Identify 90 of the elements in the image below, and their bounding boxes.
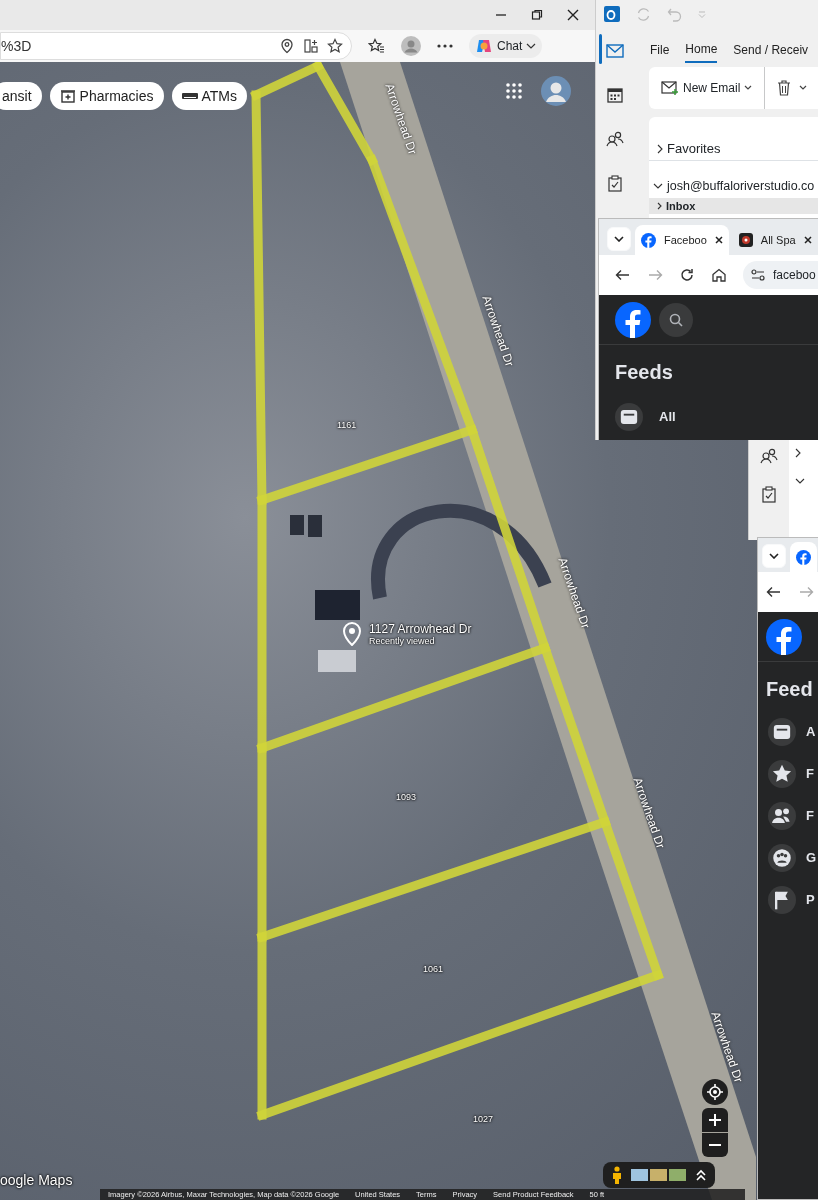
- place-subtitle: Recently viewed: [369, 636, 436, 646]
- ribbon-tab[interactable]: Send / Receiv: [733, 40, 809, 63]
- chevron-down-icon: [795, 478, 805, 484]
- filter-chip[interactable]: ansit: [0, 82, 42, 110]
- add-app-icon[interactable]: [303, 38, 319, 54]
- feed-icon[interactable]: [615, 403, 643, 431]
- close-icon[interactable]: [567, 9, 579, 21]
- people-icon[interactable]: [606, 131, 624, 147]
- ribbon-tab[interactable]: File: [650, 40, 670, 63]
- facebook-logo-icon[interactable]: [615, 301, 651, 338]
- site-settings-icon: [751, 269, 765, 281]
- feed-item[interactable]: P: [758, 886, 818, 914]
- feed-item[interactable]: All: [599, 403, 818, 431]
- pharmacy-icon: [59, 88, 76, 104]
- ribbon-tab[interactable]: Home: [685, 40, 718, 63]
- browser-tab[interactable]: Faceboo: [635, 225, 729, 255]
- feed-item[interactable]: F: [758, 760, 818, 788]
- back-icon[interactable]: [766, 584, 782, 600]
- caret-icon: [744, 85, 753, 91]
- flag-icon[interactable]: [766, 886, 798, 914]
- account-folder[interactable]: josh@buffaloriverstudio.co: [649, 177, 818, 196]
- parcel-number: 1061: [423, 963, 444, 976]
- parcel-number: 1161: [337, 419, 357, 432]
- chevron-down-icon: [614, 236, 624, 242]
- new-mail-icon: [661, 81, 679, 95]
- more-icon[interactable]: [437, 44, 453, 48]
- chevron-up-icon[interactable]: [695, 1169, 707, 1181]
- group-icon[interactable]: [766, 844, 798, 872]
- favorites-folder[interactable]: Favorites: [649, 137, 818, 161]
- facebook-logo-icon[interactable]: [766, 618, 802, 655]
- mail-app-logo-icon: [604, 6, 620, 22]
- calendar-icon[interactable]: [607, 87, 623, 103]
- chat-button[interactable]: Chat: [469, 34, 543, 58]
- chevron-down-icon: [769, 553, 779, 559]
- layer-thumbnails-icon[interactable]: [631, 1168, 687, 1182]
- plus-icon: [709, 1114, 721, 1126]
- reload-icon[interactable]: [679, 267, 695, 283]
- pegman-icon[interactable]: [611, 1166, 623, 1184]
- inbox-folder[interactable]: Inbox: [649, 197, 818, 214]
- caret-icon: [799, 85, 808, 91]
- browser-tab[interactable]: [790, 542, 817, 572]
- maps-logo: oogle Maps: [0, 1171, 73, 1190]
- atm-icon: [181, 92, 198, 100]
- back-icon[interactable]: [615, 267, 631, 283]
- mail-icon[interactable]: [606, 44, 624, 58]
- crosshair-icon: [707, 1084, 723, 1100]
- favorites-icon[interactable]: [368, 38, 385, 54]
- filter-chip[interactable]: Pharmacies: [49, 82, 164, 110]
- filter-chip[interactable]: ATMs: [171, 82, 247, 110]
- site-favicon-icon: [738, 233, 753, 247]
- home-icon[interactable]: [711, 267, 727, 283]
- chevron-right-icon: [795, 448, 801, 458]
- chevron-right-icon: [657, 143, 663, 154]
- restore-icon[interactable]: [531, 9, 543, 21]
- feeds-heading: Feed: [765, 677, 814, 702]
- apps-grid-icon[interactable]: [506, 83, 522, 99]
- trash-icon: [777, 80, 792, 96]
- friends-icon[interactable]: [766, 802, 798, 830]
- chevron-down-icon: [653, 183, 663, 190]
- browser-tab[interactable]: All Spa: [732, 225, 818, 255]
- profile-avatar-icon[interactable]: [401, 36, 421, 56]
- zoom-in-button[interactable]: [702, 1108, 728, 1132]
- search-button[interactable]: [659, 302, 693, 337]
- search-icon: [669, 312, 683, 327]
- feed-item[interactable]: A: [758, 718, 818, 746]
- parcel-number: 1093: [396, 791, 417, 804]
- feed-item[interactable]: F: [758, 802, 818, 830]
- people-icon[interactable]: [760, 448, 778, 464]
- copilot-logo-icon: [475, 37, 493, 55]
- clipboard-check-icon[interactable]: [608, 174, 622, 192]
- clipboard-check-icon[interactable]: [762, 486, 776, 503]
- tab-list-button[interactable]: [762, 544, 786, 568]
- feeds-heading: Feeds: [614, 360, 674, 385]
- address-bar[interactable]: faceboo: [743, 261, 818, 289]
- star-icon[interactable]: [327, 38, 343, 54]
- place-name: 1127 Arrowhead Dr: [369, 623, 472, 636]
- map-layers-bar[interactable]: [603, 1162, 715, 1188]
- place-pin-icon: [342, 622, 362, 646]
- chevron-right-icon: [657, 201, 662, 210]
- close-icon[interactable]: [803, 236, 812, 244]
- location-pin-icon[interactable]: [279, 38, 295, 54]
- account-avatar-icon[interactable]: [541, 76, 571, 106]
- feed-icon[interactable]: [766, 718, 798, 746]
- tab-list-button[interactable]: [607, 227, 631, 251]
- caret-icon: [526, 42, 537, 50]
- zoom-out-button[interactable]: [702, 1133, 728, 1157]
- address-bar[interactable]: %3D: [0, 32, 352, 60]
- feed-item[interactable]: G: [758, 844, 818, 872]
- parcel-number: 1027: [473, 1113, 494, 1126]
- close-icon[interactable]: [714, 236, 723, 244]
